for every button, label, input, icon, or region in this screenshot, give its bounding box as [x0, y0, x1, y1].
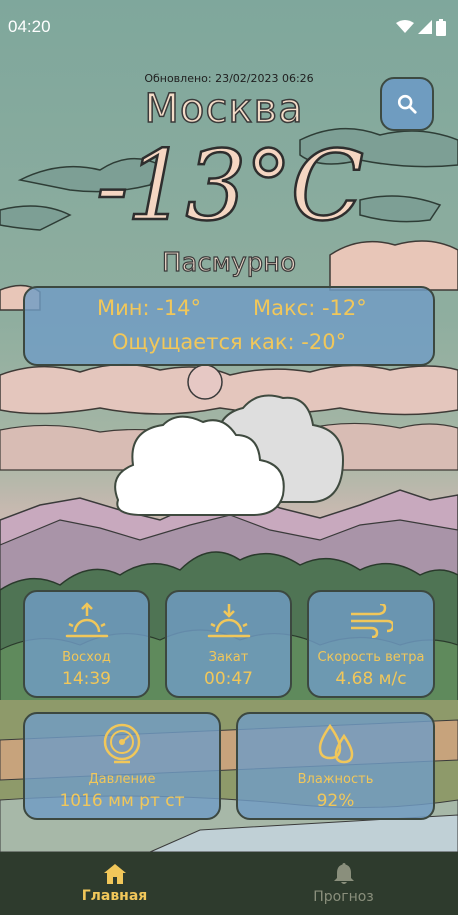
wind-speed-label: Скорость ветра: [317, 650, 425, 665]
pressure-value: 1016 мм рт ст: [59, 791, 185, 811]
nav-item-home[interactable]: Главная: [0, 852, 229, 915]
current-temperature: -13°C: [95, 130, 366, 242]
status-time: 04:20: [8, 17, 51, 36]
sunset-label: Закат: [208, 650, 249, 665]
pressure-card: Давление 1016 мм рт ст: [23, 712, 221, 820]
humidity-value: 92%: [316, 791, 355, 811]
min-temperature: Мин: -14°: [97, 296, 202, 320]
pressure-label: Давление: [88, 772, 156, 787]
pressure-icon: [103, 723, 141, 764]
nav-home-label: Главная: [81, 887, 148, 904]
sunrise-value: 14:39: [62, 669, 111, 689]
search-icon: [397, 94, 417, 114]
wind-speed-card: Скорость ветра 4.68 м/с: [307, 590, 435, 698]
sunrise-label: Восход: [62, 650, 111, 665]
sunset-card: Закат 00:47: [165, 590, 292, 698]
humidity-icon: [318, 723, 353, 764]
signal-icon: [418, 20, 432, 34]
wifi-icon: [396, 20, 414, 33]
sunset-icon: [207, 604, 250, 638]
temperature-summary-card: Мин: -14° Макс: -12° Ощущается как: -20°: [23, 286, 435, 366]
humidity-label: Влажность: [297, 772, 374, 787]
max-temperature: Макс: -12°: [253, 296, 367, 320]
status-icons: [396, 18, 446, 36]
battery-icon: [436, 18, 446, 36]
sunrise-card: Восход 14:39: [23, 590, 150, 698]
home-icon: [103, 863, 126, 884]
search-button[interactable]: [380, 77, 434, 131]
humidity-card: Влажность 92%: [236, 712, 435, 820]
bell-icon: [333, 862, 354, 884]
nav-forecast-label: Прогноз: [313, 888, 374, 905]
feels-like-temperature: Ощущается как: -20°: [111, 330, 347, 354]
sunset-value: 00:47: [204, 669, 253, 689]
status-bar: 04:20: [0, 0, 458, 54]
sunrise-icon: [65, 602, 108, 638]
wind-speed-value: 4.68 м/с: [335, 669, 407, 689]
cloudy-weather-icon: [114, 394, 345, 516]
nav-item-forecast[interactable]: Прогноз: [229, 852, 458, 915]
weather-condition: Пасмурно: [161, 247, 297, 278]
wind-icon: [351, 604, 393, 638]
bottom-navigation: Главная Прогноз: [0, 852, 458, 915]
